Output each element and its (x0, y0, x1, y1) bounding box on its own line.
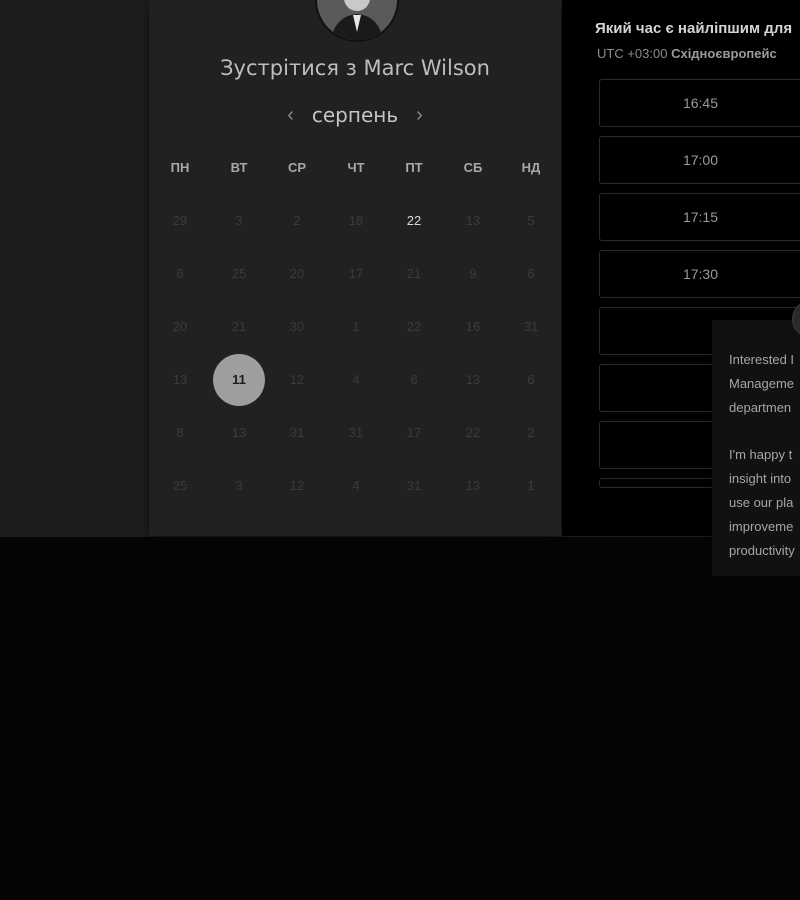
calendar-day[interactable]: 16 (447, 301, 499, 353)
weekday-label: ВТ (230, 160, 248, 175)
popup-message: Interested I Manageme departmen I'm happy t… (729, 348, 800, 563)
calendar-day[interactable]: 31 (505, 301, 557, 353)
calendar-day[interactable]: 21 (388, 248, 440, 300)
popup-line (729, 420, 800, 443)
timezone-offset: UTC +03:00 (597, 46, 668, 61)
time-slot-button[interactable]: 17:15 (599, 193, 800, 241)
month-navigation: ‹ серпень › (149, 100, 561, 130)
calendar-day-selected[interactable]: 11 (213, 354, 265, 406)
calendar-day[interactable]: 6 (505, 354, 557, 406)
calendar-day[interactable]: 9 (447, 248, 499, 300)
calendar-day[interactable]: 31 (271, 407, 323, 459)
calendar-day[interactable]: 20 (154, 301, 206, 353)
chevron-right-icon[interactable]: › (416, 105, 423, 125)
timezone-line: UTC +03:00 Східноєвропейс (597, 46, 800, 61)
popup-line: insight into (729, 471, 792, 486)
calendar-day[interactable]: 13 (154, 354, 206, 406)
calendar-day[interactable]: 22 (447, 407, 499, 459)
popup-line: I'm happy t (729, 447, 793, 462)
time-slot-button[interactable]: 17:30 (599, 250, 800, 298)
intro-popup: Interested I Manageme departmen I'm happy t… (712, 320, 800, 576)
weekday-label: ЧТ (347, 160, 365, 175)
popup-line: use our pla (729, 495, 794, 510)
calendar-day[interactable]: 5 (505, 195, 557, 247)
meeting-title: Зустрітися з Marc Wilson (220, 56, 490, 80)
popup-line: Manageme (729, 376, 795, 391)
calendar-day[interactable]: 31 (330, 407, 382, 459)
time-slot-label: 17:00 (682, 152, 719, 168)
calendar-day[interactable]: 17 (330, 248, 382, 300)
calendar-day[interactable]: 3 (213, 460, 265, 512)
calendar-day[interactable]: 6 (154, 248, 206, 300)
weekday-label: ПН (170, 160, 190, 175)
calendar-day[interactable]: 31 (388, 460, 440, 512)
popup-line: Interested I (729, 352, 795, 367)
calendar-day[interactable]: 2 (505, 407, 557, 459)
weekday-label: ПТ (405, 160, 423, 175)
calendar-day[interactable]: 4 (330, 354, 382, 406)
calendar-day[interactable]: 13 (447, 195, 499, 247)
chevron-left-icon[interactable]: ‹ (287, 105, 294, 125)
time-slot-button[interactable]: 16:45 (599, 79, 800, 127)
calendar-day[interactable]: 13 (213, 407, 265, 459)
calendar-day[interactable]: 12 (271, 460, 323, 512)
calendar-day[interactable]: 4 (330, 460, 382, 512)
calendar-day[interactable]: 12 (271, 354, 323, 406)
weekday-label: СР (287, 160, 307, 175)
time-slot-button[interactable]: 17:00 (599, 136, 800, 184)
calendar-day[interactable]: 13 (447, 354, 499, 406)
calendar-day[interactable]: 17 (388, 407, 440, 459)
calendar-day[interactable]: 20 (271, 248, 323, 300)
calendar-day[interactable]: 1 (330, 301, 382, 353)
calendar-day[interactable]: 25 (213, 248, 265, 300)
calendar-day[interactable]: 18 (330, 195, 382, 247)
weekday-label: НД (521, 160, 541, 175)
month-label: серпень (311, 103, 399, 127)
popup-line: improveme (729, 519, 794, 534)
time-slot-label: 17:15 (682, 209, 719, 225)
calendar-day[interactable]: 25 (154, 460, 206, 512)
calendar-day[interactable]: 1 (505, 460, 557, 512)
calendar-day[interactable]: 22 (388, 301, 440, 353)
time-slot-label: 17:30 (682, 266, 719, 282)
popup-line: productivity (729, 543, 795, 558)
calendar-day[interactable]: 6 (505, 248, 557, 300)
weekday-label: СБ (463, 160, 483, 175)
calendar-day[interactable]: 8 (154, 407, 206, 459)
popup-line: departmen (729, 400, 792, 415)
calendar-day[interactable]: 22 (388, 195, 440, 247)
timezone-name: Східноєвропейс (671, 46, 777, 61)
calendar-day[interactable]: 29 (154, 195, 206, 247)
calendar-day[interactable]: 3 (213, 195, 265, 247)
calendar-day[interactable]: 30 (271, 301, 323, 353)
calendar-day[interactable]: 6 (388, 354, 440, 406)
calendar-day[interactable]: 2 (271, 195, 323, 247)
calendar-day[interactable]: 21 (213, 301, 265, 353)
time-slot-label: 16:45 (682, 95, 719, 111)
time-slots-heading: Який час є найліпшим для (595, 20, 793, 37)
calendar-day[interactable]: 13 (447, 460, 499, 512)
